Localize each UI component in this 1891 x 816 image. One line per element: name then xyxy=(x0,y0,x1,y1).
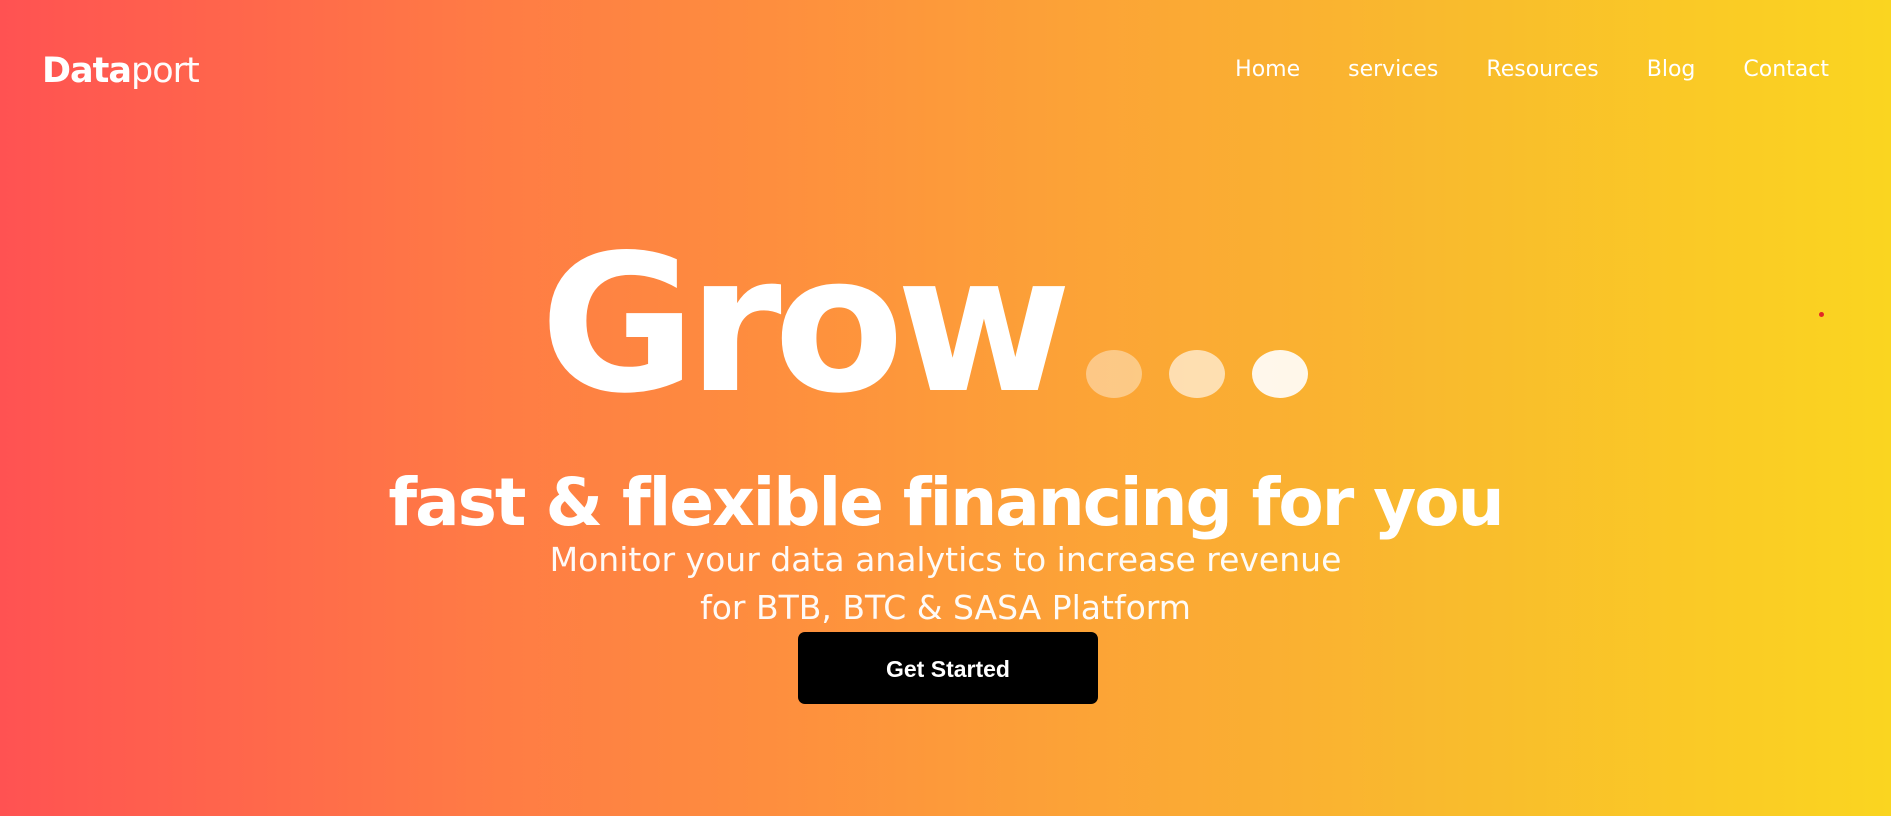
hero-headline: fast & flexible financing for you xyxy=(388,464,1504,542)
get-started-button[interactable]: Get Started xyxy=(798,632,1098,704)
hero-title-word: Grow xyxy=(540,214,1072,435)
landing-page: Dataport Home services Resources Blog Co… xyxy=(0,0,1891,816)
loading-dot xyxy=(1251,350,1308,398)
nav-link-contact[interactable]: Contact xyxy=(1743,52,1829,88)
hero-subtext: Monitor your data analytics to increase … xyxy=(0,536,1891,632)
hero-title: Grow xyxy=(540,200,1308,420)
nav-link-resources[interactable]: Resources xyxy=(1486,52,1598,88)
nav-link-home[interactable]: Home xyxy=(1235,52,1300,88)
decorative-red-dot xyxy=(1819,312,1824,317)
main-nav: Home services Resources Blog Contact xyxy=(1235,52,1829,88)
hero-subtext-line-1: Monitor your data analytics to increase … xyxy=(549,540,1342,579)
brand-logo[interactable]: Dataport xyxy=(42,48,200,94)
loading-dots xyxy=(1085,350,1308,398)
logo-text-light: port xyxy=(131,51,200,91)
loading-dot xyxy=(1085,350,1142,398)
nav-link-blog[interactable]: Blog xyxy=(1647,52,1696,88)
loading-dot xyxy=(1168,350,1225,398)
nav-link-services[interactable]: services xyxy=(1348,52,1438,88)
logo-text-bold: Data xyxy=(42,51,132,91)
hero-subtext-line-2: for BTB, BTC & SASA Platform xyxy=(700,588,1191,627)
top-navbar: Dataport Home services Resources Blog Co… xyxy=(0,0,1891,140)
